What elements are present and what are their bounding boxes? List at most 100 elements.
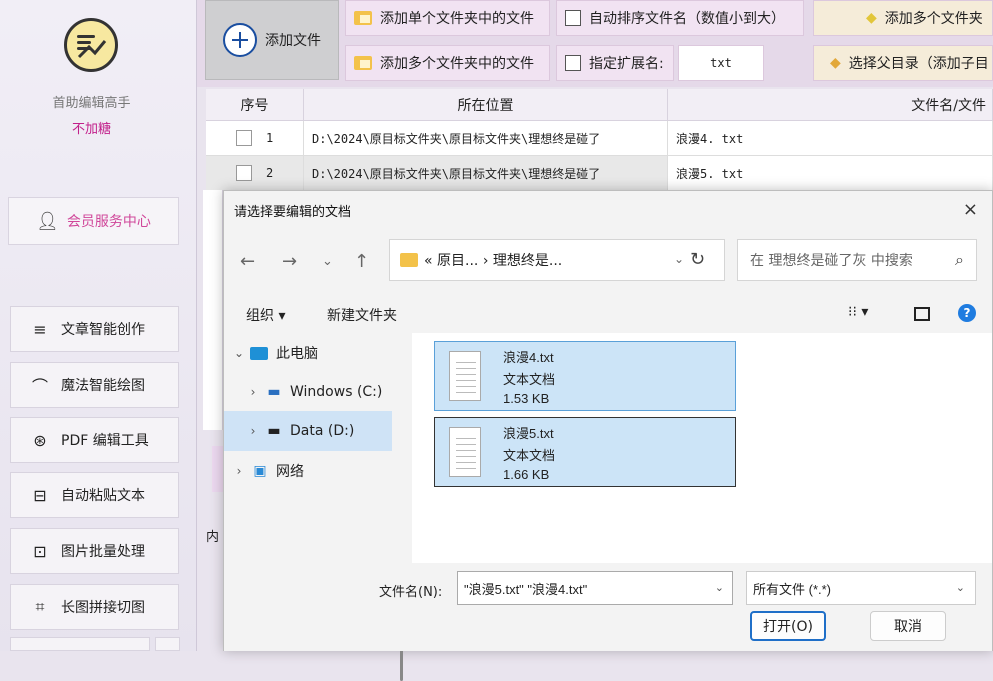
row-filename: 浪漫4. txt	[668, 121, 993, 156]
header-location[interactable]: 所在位置	[304, 89, 668, 121]
chevron-down-icon[interactable]: ⌄	[228, 346, 250, 360]
tree-item-this-pc[interactable]: ⌄ 此电脑	[224, 333, 392, 373]
file-item[interactable]: 浪漫5.txt 文本文档 1.66 KB	[434, 417, 736, 487]
search-icon: ⌕	[955, 250, 964, 269]
header-index[interactable]: 序号	[206, 89, 304, 121]
row-filename: 浪漫5. txt	[668, 156, 993, 191]
computer-icon	[250, 346, 268, 360]
add-multi-folder-button[interactable]: 添加多个文件夹中的文件	[345, 45, 550, 81]
text-document-icon	[449, 351, 481, 401]
filename-value: "浪漫5.txt" "浪漫4.txt"	[464, 581, 588, 597]
sidebar-item-label: 长图拼接切图	[61, 600, 145, 616]
file-list: 浪漫4.txt 文本文档 1.53 KB 浪漫5.txt 文本文档 1.66 K…	[412, 333, 992, 563]
sidebar-item-drawing[interactable]: ⌒ 魔法智能绘图	[10, 362, 179, 408]
add-file-button[interactable]: 添加文件	[205, 0, 339, 80]
chevron-down-icon[interactable]: ⌄	[956, 581, 965, 594]
open-button[interactable]: 打开(O)	[750, 611, 826, 641]
sidebar-item-pdf[interactable]: ⊛ PDF 编辑工具	[10, 417, 179, 463]
table-row[interactable]: 1 D:\2024\原目标文件夹\原目标文件夹\理想终是碰了 浪漫4. txt	[206, 121, 993, 156]
app-name: 首助编辑高手	[52, 96, 131, 111]
sidebar-item-longimage[interactable]: ⌗ 长图拼接切图	[10, 584, 179, 630]
recent-chevron-down-icon[interactable]: ⌄	[322, 254, 333, 269]
address-bar[interactable]: « 原目... › 理想终是... ⌄ ↻	[389, 239, 725, 281]
chevron-down-icon[interactable]: ⌄	[715, 581, 724, 594]
add-single-folder-button[interactable]: 添加单个文件夹中的文件	[345, 0, 550, 36]
row-path: D:\2024\原目标文件夹\原目标文件夹\理想终是碰了	[304, 121, 668, 156]
back-arrow-icon[interactable]: ←	[240, 251, 255, 272]
tree-item-windows-c[interactable]: › ▬ Windows (C:)	[224, 372, 392, 412]
lemon-check-icon: ◆	[830, 55, 841, 71]
navigation-pane: ⌄ 此电脑 › ▬ Windows (C:) › ▬ Data (D:) › ▣…	[224, 333, 412, 681]
dialog-title: 请选择要编辑的文档	[234, 205, 352, 220]
help-icon[interactable]: ?	[958, 304, 976, 322]
file-item[interactable]: 浪漫4.txt 文本文档 1.53 KB	[434, 341, 736, 411]
tree-item-label: Windows (C:)	[290, 384, 383, 400]
sidebar-item-label: 文章智能创作	[61, 322, 145, 338]
search-placeholder: 在 理想终是碰了灰 中搜索	[750, 253, 913, 269]
member-service-button[interactable]: 👤︎ 会员服务中心	[8, 197, 179, 245]
text-document-icon	[449, 427, 481, 477]
sidebar-extra-button[interactable]	[10, 637, 150, 651]
checkbox[interactable]	[565, 55, 581, 71]
user-icon: 👤︎	[36, 210, 59, 232]
file-size: 1.66 KB	[503, 466, 550, 482]
new-folder-button[interactable]: 新建文件夹	[327, 305, 397, 325]
row-path: D:\2024\原目标文件夹\原目标文件夹\理想终是碰了	[304, 156, 668, 191]
add-multi-folder-label: 添加多个文件夹中的文件	[380, 56, 534, 72]
add-single-folder-label: 添加单个文件夹中的文件	[380, 11, 534, 27]
sidebar-item-image[interactable]: ⊡ 图片批量处理	[10, 528, 179, 574]
forward-arrow-icon[interactable]: →	[282, 251, 297, 272]
filetype-select[interactable]: 所有文件 (*.*) ⌄	[746, 571, 976, 605]
plus-circle-icon	[223, 23, 257, 57]
chevron-right-icon[interactable]: ›	[242, 424, 264, 438]
checkbox[interactable]	[565, 10, 581, 26]
preview-pane-icon[interactable]	[914, 307, 930, 321]
dialog-footer: 文件名(N): "浪漫5.txt" "浪漫4.txt" ⌄ 所有文件 (*.*)…	[224, 563, 992, 651]
row-checkbox[interactable]	[236, 130, 252, 146]
tree-item-label: 网络	[276, 464, 304, 480]
ext-checkbox[interactable]: 指定扩展名:	[556, 45, 674, 81]
folder-icon	[354, 56, 372, 70]
header-filename[interactable]: 文件名/文件	[668, 89, 993, 121]
view-options-icon[interactable]: ⁝⁝ ▾	[848, 304, 868, 320]
table-row[interactable]: 2 D:\2024\原目标文件夹\原目标文件夹\理想终是碰了 浪漫5. txt	[206, 156, 993, 191]
table-background	[203, 190, 223, 430]
add-multi-right-button[interactable]: ◆ 添加多个文件夹	[813, 0, 993, 36]
row-checkbox[interactable]	[236, 165, 252, 181]
chevron-right-icon[interactable]: ›	[242, 385, 264, 399]
tree-item-data-d[interactable]: › ▬ Data (D:)	[224, 411, 392, 451]
organize-menu[interactable]: 组织 ▾	[246, 305, 285, 325]
drive-icon: ▬	[267, 423, 281, 439]
sidebar-item-article[interactable]: ≡ 文章智能创作	[10, 306, 179, 352]
sidebar-item-paste[interactable]: ⊟ 自动粘贴文本	[10, 472, 179, 518]
chevron-right-icon[interactable]: ›	[228, 464, 250, 478]
ext-label: 指定扩展名:	[589, 56, 664, 72]
filename-input[interactable]: "浪漫5.txt" "浪漫4.txt" ⌄	[457, 571, 733, 605]
chevron-down-icon[interactable]: ⌄	[674, 252, 684, 266]
extension-input[interactable]: txt	[678, 45, 764, 81]
sidebar-extra-button-small[interactable]	[155, 637, 180, 651]
member-service-label: 会员服务中心	[66, 214, 151, 230]
folder-icon	[400, 253, 418, 267]
menu-lines-icon: ≡	[33, 319, 47, 339]
refresh-icon[interactable]: ↻	[690, 249, 705, 270]
brush-icon: ⌒	[31, 377, 48, 396]
tree-item-network[interactable]: › ▣ 网络	[224, 451, 392, 491]
folder-icon	[354, 11, 372, 25]
image-frame-icon: ⊡	[33, 541, 47, 561]
select-parent-button[interactable]: ◆ 选择父目录（添加子目	[813, 45, 993, 81]
auto-sort-label: 自动排序文件名（数值小到大）	[589, 11, 785, 27]
sidebar-item-label: 自动粘贴文本	[61, 488, 145, 504]
cancel-button[interactable]: 取消	[870, 611, 946, 641]
auto-sort-checkbox[interactable]: 自动排序文件名（数值小到大）	[556, 0, 804, 36]
add-file-label: 添加文件	[265, 33, 321, 49]
sidebar-item-label: PDF 编辑工具	[61, 433, 149, 449]
address-path: « 原目... › 理想终是...	[424, 253, 563, 269]
filename-label: 文件名(N):	[379, 585, 443, 600]
network-icon: ▣	[253, 463, 267, 479]
up-arrow-icon[interactable]: ↑	[354, 251, 369, 272]
search-input[interactable]: 在 理想终是碰了灰 中搜索 ⌕	[737, 239, 977, 281]
background-panel	[212, 446, 223, 492]
close-icon[interactable]: ×	[963, 199, 978, 220]
sidebar-item-label: 魔法智能绘图	[61, 378, 145, 394]
